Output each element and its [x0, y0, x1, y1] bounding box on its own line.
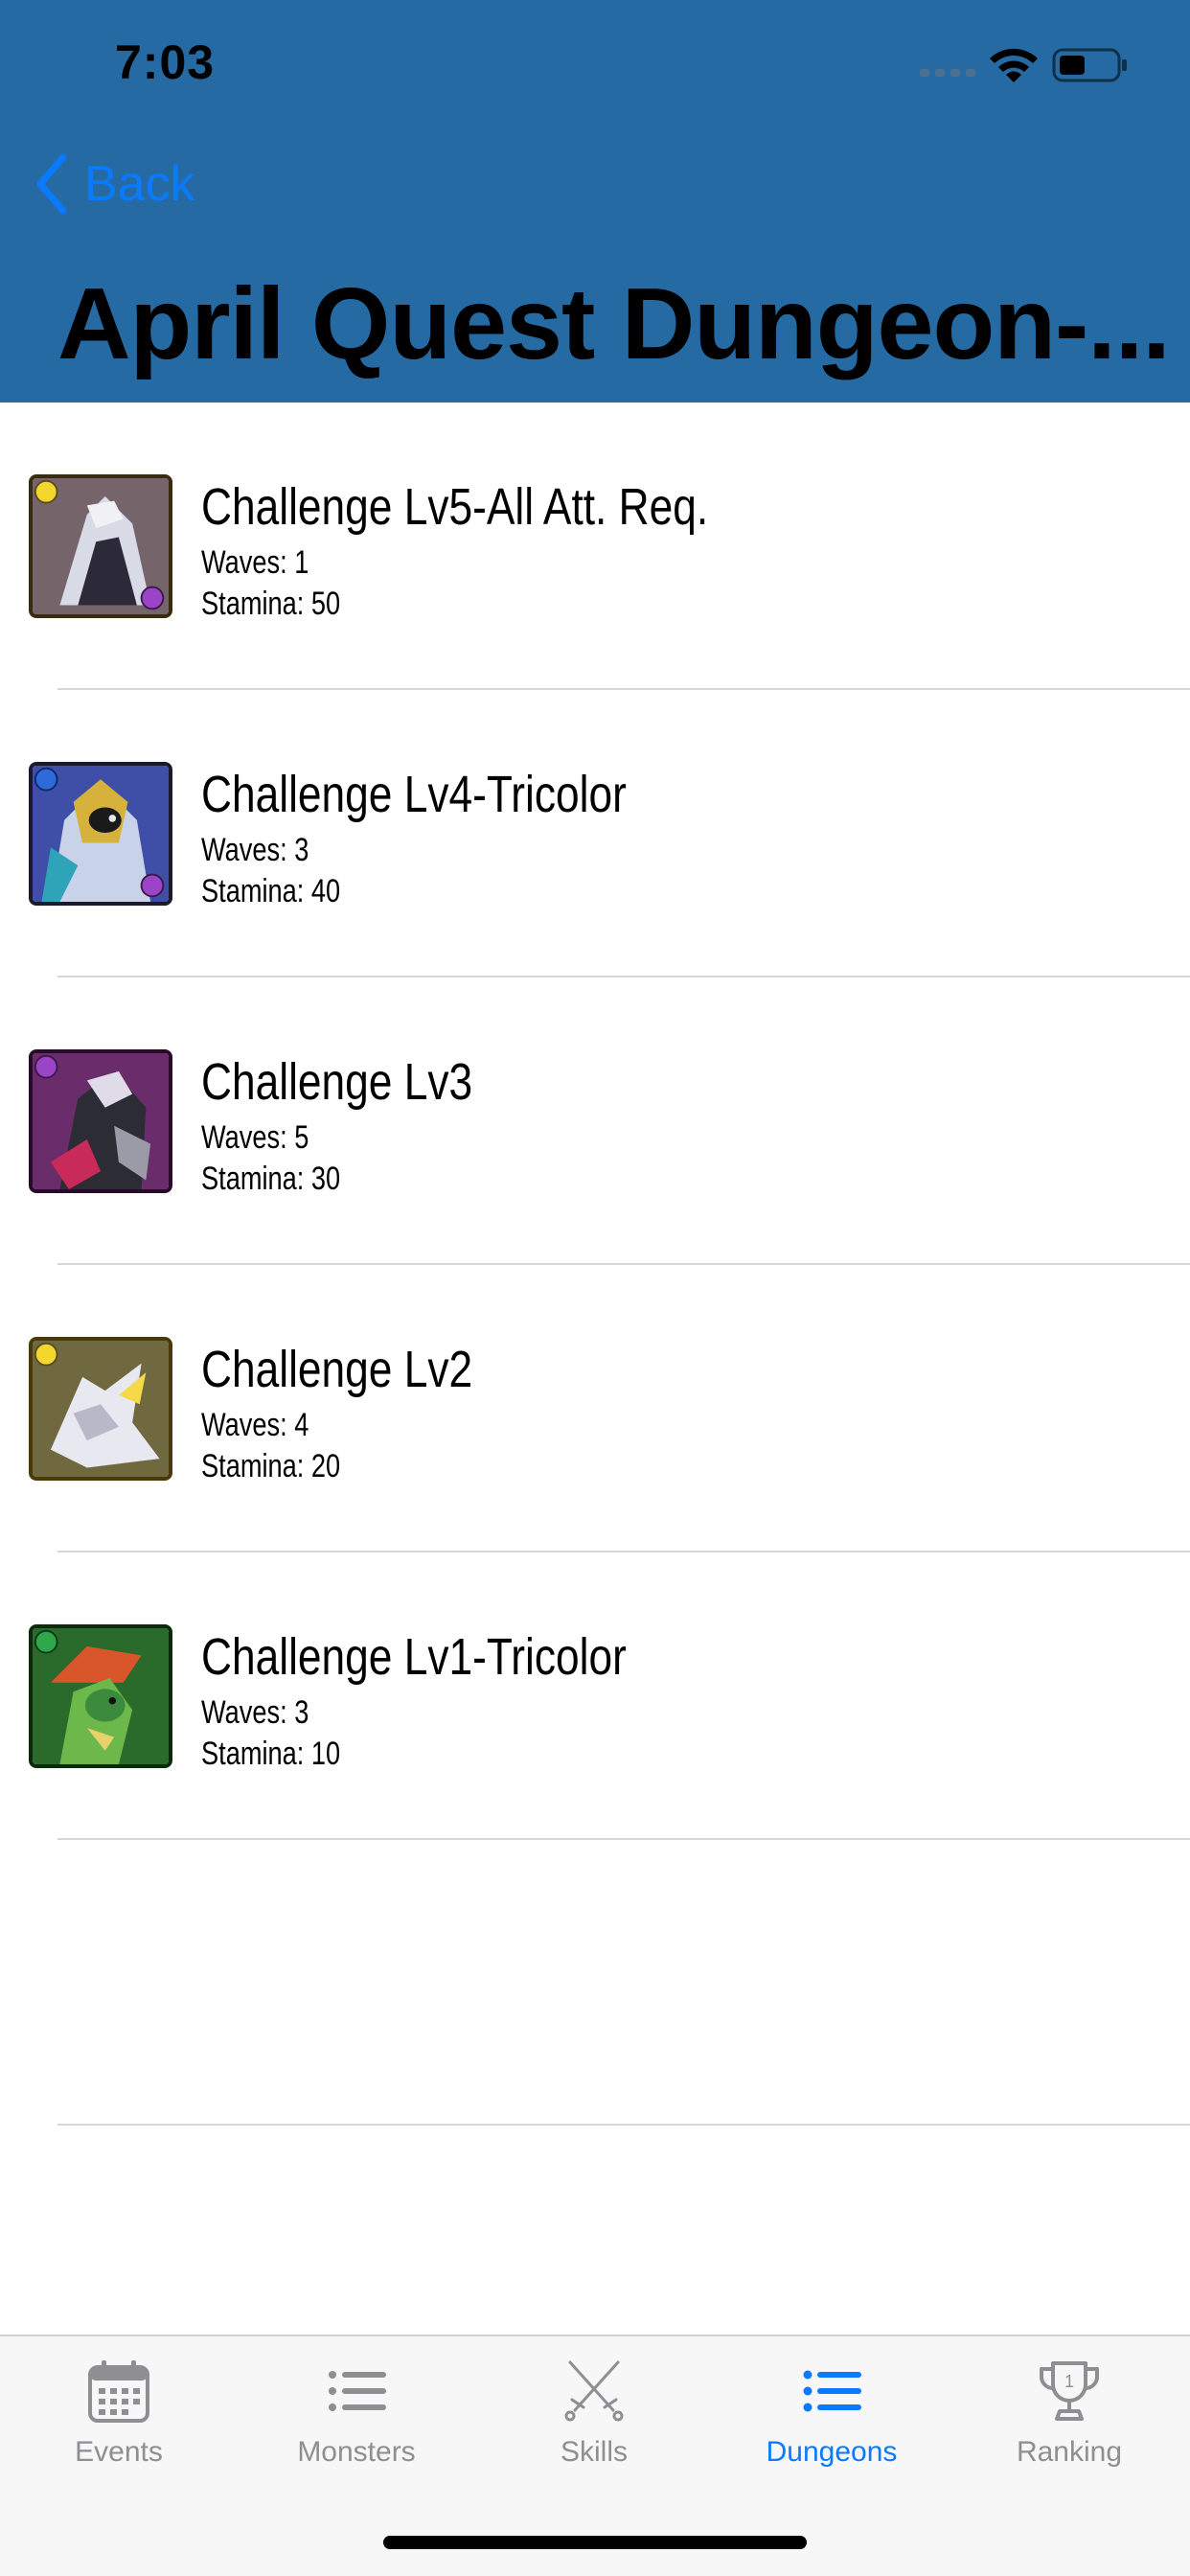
wifi-icon	[990, 48, 1038, 82]
dungeon-row[interactable]: Challenge Lv3 Waves: 5 Stamina: 30	[0, 978, 1190, 1265]
tab-dungeons-label: Dungeons	[766, 2436, 898, 2468]
home-indicator[interactable]	[383, 2536, 807, 2549]
tab-monsters[interactable]: Monsters	[238, 2358, 475, 2469]
chevron-left-icon	[36, 153, 67, 215]
tab-monsters-label: Monsters	[297, 2436, 416, 2468]
calendar-icon	[88, 2360, 149, 2423]
dungeon-title: Challenge Lv1-Tricolor	[201, 1628, 627, 1686]
cellular-signal-icon	[920, 69, 975, 77]
back-label: Back	[84, 156, 195, 212]
dungeon-stamina: Stamina: 10	[201, 1736, 341, 1772]
dungeon-row[interactable]: Challenge Lv2 Waves: 4 Stamina: 20	[0, 1265, 1190, 1552]
row-divider	[57, 1838, 1190, 1840]
dungeon-waves: Waves: 4	[201, 1407, 309, 1443]
dungeon-title: Challenge Lv5-All Att. Req.	[201, 478, 709, 536]
dungeon-title: Challenge Lv3	[201, 1053, 473, 1111]
list-icon	[329, 2371, 386, 2411]
dungeon-stamina: Stamina: 20	[201, 1448, 341, 1484]
dungeon-title: Challenge Lv2	[201, 1341, 473, 1398]
monster-thumbnail-icon	[29, 1337, 172, 1481]
dungeon-stamina: Stamina: 40	[201, 873, 341, 909]
trophy-icon: 1	[1040, 2361, 1099, 2421]
dungeon-waves: Waves: 3	[201, 832, 309, 868]
back-button[interactable]: Back	[34, 153, 195, 215]
dungeon-row[interactable]: Challenge Lv5-All Att. Req. Waves: 1 Sta…	[0, 402, 1190, 690]
dungeon-title: Challenge Lv4-Tricolor	[201, 766, 627, 823]
dungeon-row[interactable]: Challenge Lv4-Tricolor Waves: 3 Stamina:…	[0, 690, 1190, 978]
dungeon-stamina: Stamina: 50	[201, 586, 341, 622]
battery-icon	[1052, 48, 1127, 82]
dungeon-stamina: Stamina: 30	[201, 1161, 341, 1197]
page-title: April Quest Dungeon-...	[57, 267, 1171, 380]
nav-header: 7:03 Back April Quest Dungeon-...	[0, 0, 1190, 402]
empty-row-divider	[57, 2124, 1190, 2126]
list-icon	[803, 2370, 861, 2412]
monster-thumbnail-icon	[29, 1049, 172, 1193]
tab-skills[interactable]: Skills	[475, 2358, 713, 2469]
tab-ranking-label: Ranking	[1016, 2436, 1123, 2468]
dungeon-list: Challenge Lv5-All Att. Req. Waves: 1 Sta…	[0, 402, 1190, 1840]
tab-ranking[interactable]: 1 Ranking	[950, 2358, 1188, 2469]
monster-thumbnail-icon	[29, 1624, 172, 1768]
tab-events[interactable]: Events	[0, 2358, 238, 2469]
tab-dungeons[interactable]: Dungeons	[713, 2358, 950, 2469]
monster-thumbnail-icon	[29, 474, 172, 618]
tab-events-label: Events	[75, 2436, 163, 2468]
status-bar: 7:03	[0, 0, 1190, 129]
ranking-badge: 1	[1064, 2372, 1074, 2391]
tab-skills-label: Skills	[560, 2436, 628, 2468]
dungeon-row[interactable]: Challenge Lv1-Tricolor Waves: 3 Stamina:…	[0, 1552, 1190, 1840]
dungeon-waves: Waves: 1	[201, 544, 309, 581]
monster-thumbnail-icon	[29, 762, 172, 906]
dungeon-waves: Waves: 3	[201, 1694, 309, 1731]
status-time: 7:03	[115, 35, 216, 89]
dungeon-waves: Waves: 5	[201, 1119, 309, 1156]
crossed-swords-icon	[564, 2360, 624, 2422]
